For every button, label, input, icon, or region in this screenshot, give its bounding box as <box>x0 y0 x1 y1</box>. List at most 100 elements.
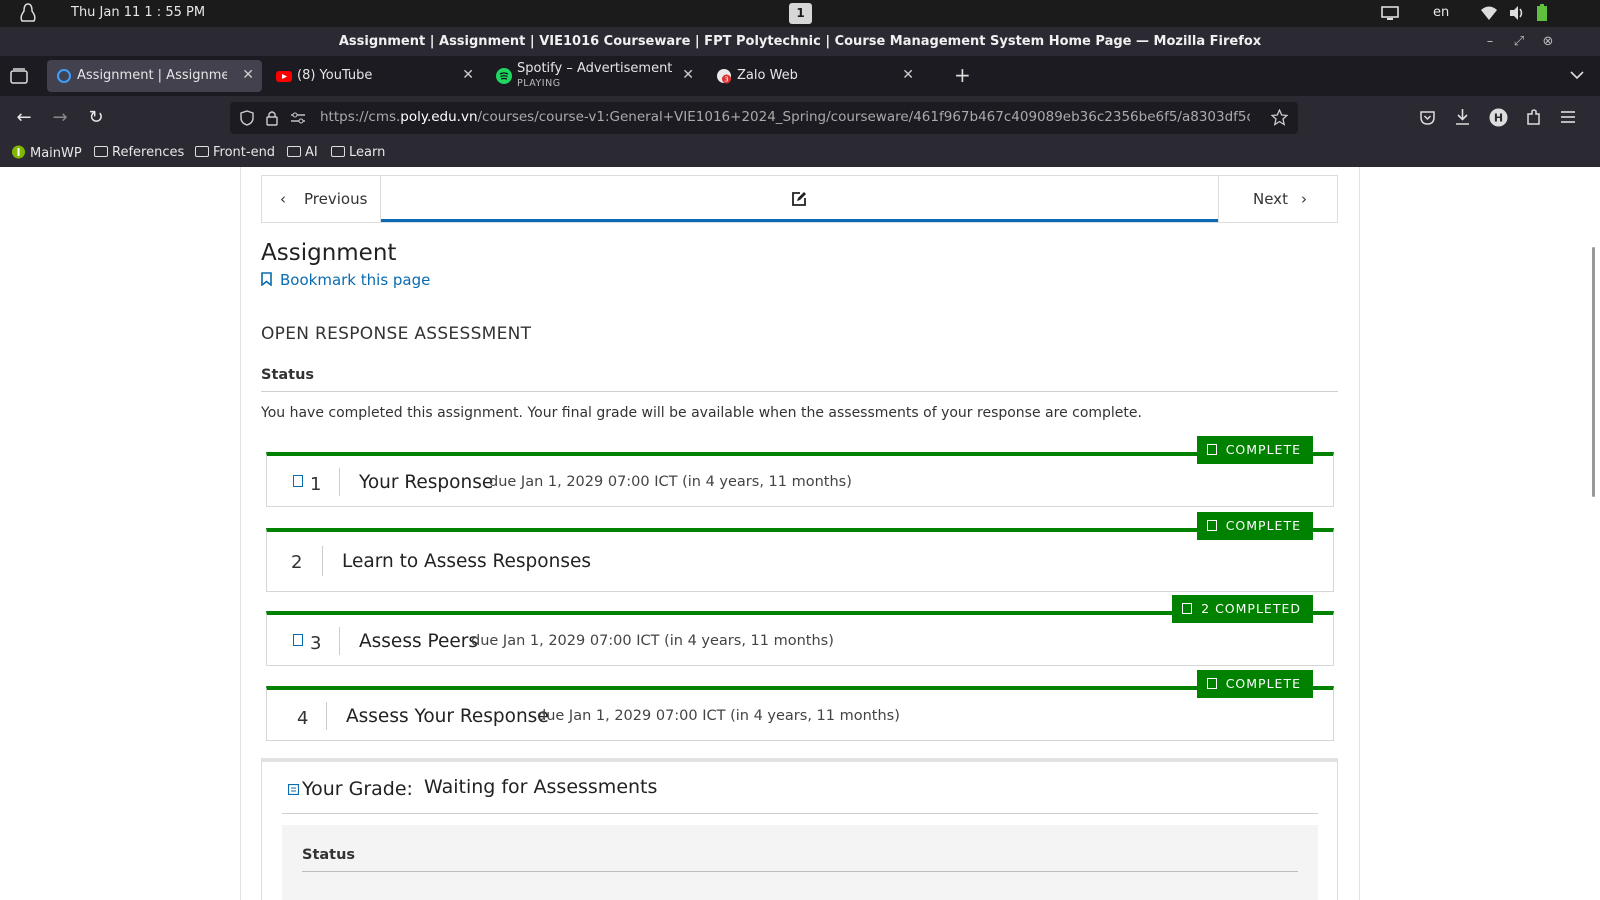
step-title: Assess Your Response <box>346 706 549 727</box>
new-tab-icon[interactable]: + <box>954 63 971 87</box>
tab-playing-label: PLAYING <box>517 78 561 89</box>
bookmark-folder-references[interactable]: References <box>94 145 184 160</box>
extensions-icon[interactable] <box>1525 108 1542 126</box>
tab-spotify[interactable]: Spotify – Advertisement PLAYING ✕ <box>487 60 702 92</box>
page-scrollbar[interactable] <box>1592 247 1595 497</box>
check-icon <box>1206 678 1217 689</box>
status-badge: COMPLETE <box>1196 670 1313 698</box>
bookmark-folder-front-end[interactable]: Front-end <box>195 145 275 160</box>
maximize-icon[interactable]: ⤢ <box>1507 27 1531 56</box>
sequence-navigation: ‹ Previous Next › <box>261 175 1338 223</box>
permissions-icon[interactable] <box>290 112 306 124</box>
linux-logo-icon[interactable] <box>18 3 38 24</box>
page-viewport: ‹ Previous Next › Assignment Bookmark th… <box>0 167 1600 900</box>
folder-icon <box>331 146 345 157</box>
language-indicator[interactable]: en <box>1433 5 1449 23</box>
tab-youtube[interactable]: (8) YouTube ✕ <box>267 60 482 92</box>
step-learn-to-assess[interactable]: COMPLETE 2 Learn to Assess Responses <box>266 512 1334 592</box>
edit-icon <box>792 192 806 206</box>
loading-icon <box>57 69 71 83</box>
url-text[interactable]: https://cms.poly.edu.vn/courses/course-v… <box>320 109 1250 125</box>
battery-icon[interactable] <box>1536 4 1548 22</box>
bookmark-folder-ai[interactable]: AI <box>287 145 318 160</box>
tab-close-icon[interactable]: ✕ <box>242 67 254 83</box>
next-button[interactable]: Next › <box>1218 176 1337 222</box>
minimize-icon[interactable]: – <box>1478 27 1502 56</box>
wifi-icon[interactable] <box>1480 4 1498 22</box>
window-title: Assignment | Assignment | VIE1016 Course… <box>338 34 1262 49</box>
bookmarks-toolbar: MainWP References Front-end AI Learn <box>0 140 1600 167</box>
tab-assignment[interactable]: Assignment | Assignment | V ✕ <box>47 60 262 92</box>
folder-icon <box>287 146 301 157</box>
grade-icon <box>288 784 299 795</box>
volume-icon[interactable] <box>1508 4 1526 22</box>
step-title: Your Response <box>359 472 494 493</box>
bookmark-star-icon[interactable] <box>1271 109 1288 126</box>
chevron-right-icon: › <box>1301 190 1307 208</box>
grade-label: Your Grade: <box>302 778 413 800</box>
check-icon <box>1206 520 1217 531</box>
status-badge: 2 COMPLETED <box>1172 595 1313 623</box>
step-title: Learn to Assess Responses <box>342 551 592 572</box>
close-window-icon[interactable]: ⊗ <box>1536 27 1560 56</box>
step-your-response[interactable]: COMPLETE 1 Your Response due Jan 1, 2029… <box>266 436 1334 507</box>
workspace-indicator[interactable]: 1 <box>789 3 812 24</box>
lock-icon[interactable] <box>266 110 278 126</box>
tab-title: Zalo Web <box>737 68 798 83</box>
step-due-date: due Jan 1, 2029 07:00 ICT (in 4 years, 1… <box>489 474 852 490</box>
ora-heading: OPEN RESPONSE ASSESSMENT <box>261 324 532 344</box>
unit-tab-assignment[interactable] <box>381 176 1218 222</box>
step-type-icon <box>293 634 303 646</box>
tab-overview-icon[interactable] <box>10 68 28 84</box>
downloads-icon[interactable] <box>1454 108 1471 126</box>
step-due-date: due Jan 1, 2029 07:00 ICT (in 4 years, 1… <box>471 633 834 649</box>
app-menu-icon[interactable] <box>1560 110 1576 124</box>
clock[interactable]: Thu Jan 11 1 : 55 PM <box>71 5 205 20</box>
tab-close-icon[interactable]: ✕ <box>462 67 474 83</box>
step-number: 3 <box>310 633 322 654</box>
forward-icon[interactable]: → <box>49 107 71 129</box>
folder-icon <box>94 146 108 157</box>
system-top-bar: Thu Jan 11 1 : 55 PM 1 en <box>0 0 1600 27</box>
tab-close-icon[interactable]: ✕ <box>682 67 694 83</box>
previous-label: Previous <box>304 190 368 208</box>
step-number: 2 <box>291 552 303 573</box>
grade-status-panel: Status <box>282 825 1318 900</box>
check-icon <box>1206 444 1217 455</box>
page-title: Assignment <box>261 240 397 266</box>
window-titlebar: Assignment | Assignment | VIE1016 Course… <box>0 27 1600 56</box>
bookmark-folder-learn[interactable]: Learn <box>331 145 385 160</box>
divider <box>302 871 1298 872</box>
reload-icon[interactable]: ↻ <box>85 107 107 129</box>
divider <box>261 391 1338 392</box>
pocket-icon[interactable] <box>1419 109 1436 126</box>
status-badge: COMPLETE <box>1196 512 1313 540</box>
list-tabs-icon[interactable] <box>1570 70 1584 80</box>
step-assess-your-response[interactable]: COMPLETE 4 Assess Your Response due Jan … <box>266 670 1334 741</box>
divider <box>326 702 327 730</box>
mainwp-icon <box>12 145 25 159</box>
tab-strip: Assignment | Assignment | V ✕ (8) YouTub… <box>0 56 1600 96</box>
spotify-icon <box>496 68 512 84</box>
status-message: You have completed this assignment. Your… <box>261 405 1142 421</box>
next-label: Next <box>1253 190 1288 208</box>
check-icon <box>1182 603 1193 614</box>
tab-title: Assignment | Assignment | V <box>77 68 227 83</box>
navigation-toolbar: ← → ↻ https://cms.poly.edu.vn/courses/co… <box>0 96 1600 140</box>
tracking-protection-icon[interactable] <box>240 110 254 126</box>
divider <box>322 546 323 576</box>
bookmark-page-button[interactable]: Bookmark this page <box>261 271 430 289</box>
status-badge: COMPLETE <box>1196 436 1313 464</box>
svg-text:H: H <box>1494 112 1503 125</box>
display-icon[interactable] <box>1381 4 1399 22</box>
account-avatar-icon[interactable]: H <box>1489 108 1508 127</box>
tab-zalo[interactable]: 3 Zalo Web ✕ <box>707 60 922 92</box>
tab-close-icon[interactable]: ✕ <box>902 67 914 83</box>
step-assess-peers[interactable]: 2 COMPLETED 3 Assess Peers due Jan 1, 20… <box>266 595 1334 666</box>
svg-text:3: 3 <box>724 76 728 84</box>
previous-button[interactable]: ‹ Previous <box>262 176 381 222</box>
bookmark-mainwp[interactable]: MainWP <box>12 145 82 161</box>
divider <box>282 813 1318 814</box>
back-icon[interactable]: ← <box>13 107 35 129</box>
url-bar[interactable]: https://cms.poly.edu.vn/courses/course-v… <box>230 102 1298 134</box>
